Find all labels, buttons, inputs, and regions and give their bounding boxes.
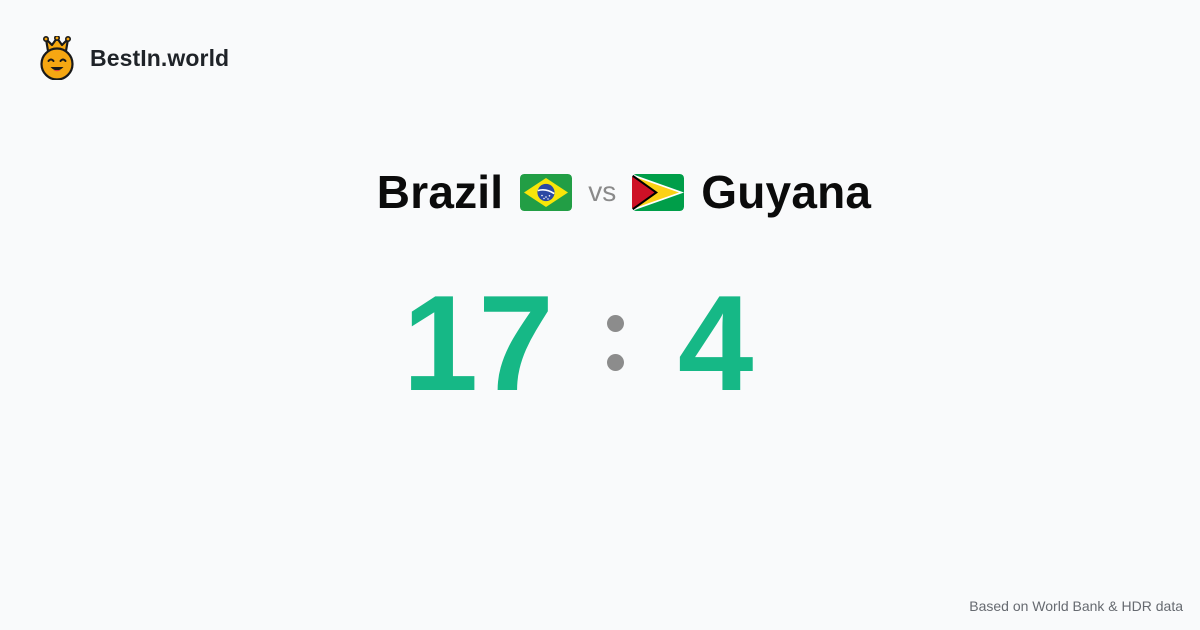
country-matchup: Brazil vs Guyana [0, 162, 1200, 222]
data-source-note: Based on World Bank & HDR data [969, 598, 1183, 614]
brand-name: BestIn.world [90, 44, 230, 71]
left-country-name: Brazil [376, 166, 504, 218]
brand-header[interactable]: BestIn.world [38, 36, 229, 80]
crowned-smiley-icon [40, 36, 74, 80]
versus-label: vs [588, 176, 617, 207]
separator-dot-bottom [606, 354, 624, 371]
score-display: 17 4 [0, 267, 1156, 419]
left-score: 17 [402, 267, 554, 419]
score-separator [606, 315, 626, 371]
right-country-name: Guyana [701, 166, 872, 218]
guyana-flag-icon [632, 173, 685, 211]
separator-dot-top [606, 315, 624, 332]
right-score: 4 [677, 267, 754, 419]
brazil-flag-icon [520, 173, 573, 211]
